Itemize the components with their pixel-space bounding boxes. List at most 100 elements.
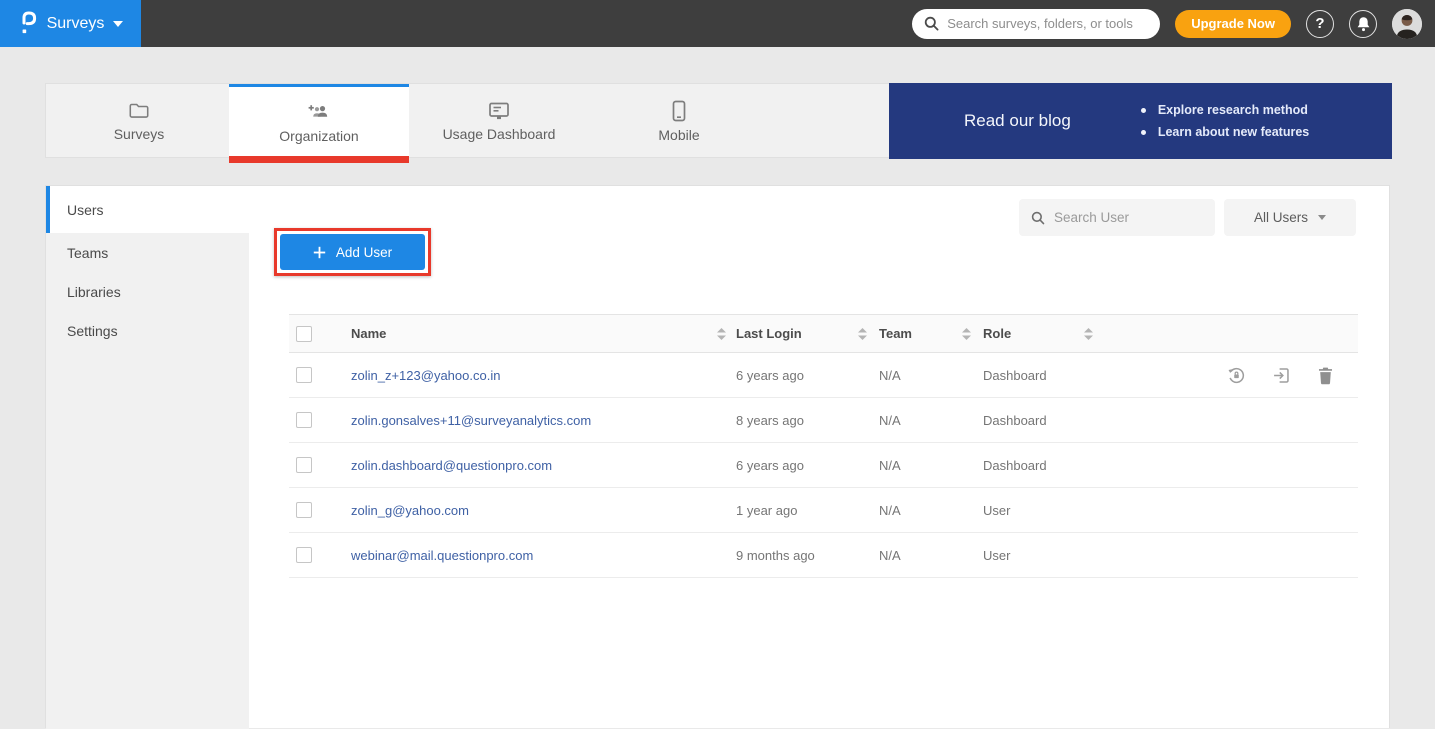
filter-label: All Users bbox=[1254, 210, 1308, 225]
sidebar-item-label: Settings bbox=[67, 323, 118, 339]
role-value: Dashboard bbox=[983, 413, 1047, 428]
role-value: User bbox=[983, 503, 1010, 518]
last-login-value: 1 year ago bbox=[736, 503, 797, 518]
column-header-name: Name bbox=[351, 326, 386, 341]
product-switcher[interactable]: Surveys bbox=[0, 0, 141, 47]
table-row: webinar@mail.questionpro.com 9 months ag… bbox=[289, 533, 1358, 578]
sidebar-item-label: Libraries bbox=[67, 284, 121, 300]
role-value: Dashboard bbox=[983, 458, 1047, 473]
user-email-link[interactable]: zolin_g@yahoo.com bbox=[351, 503, 469, 518]
tab-organization[interactable]: Organization bbox=[229, 84, 409, 159]
bullet-dot-icon bbox=[1141, 108, 1146, 113]
global-search-input[interactable] bbox=[947, 16, 1148, 31]
bullet-dot-icon bbox=[1141, 130, 1146, 135]
team-value: N/A bbox=[879, 458, 901, 473]
mobile-phone-icon bbox=[672, 100, 686, 122]
tab-label: Mobile bbox=[658, 127, 699, 143]
tab-label: Usage Dashboard bbox=[443, 126, 556, 142]
chevron-down-icon bbox=[1318, 215, 1326, 220]
person-add-icon bbox=[306, 103, 332, 123]
product-name: Surveys bbox=[47, 15, 105, 33]
tab-label: Organization bbox=[279, 128, 358, 144]
table-row: zolin_g@yahoo.com 1 year ago N/A User bbox=[289, 488, 1358, 533]
help-button[interactable]: ? bbox=[1306, 10, 1334, 38]
row-checkbox[interactable] bbox=[296, 547, 312, 563]
blog-bullet: Learn about new features bbox=[1141, 121, 1309, 143]
sort-icon[interactable] bbox=[962, 328, 971, 340]
sort-icon[interactable] bbox=[858, 328, 867, 340]
questionpro-logo-icon bbox=[18, 10, 38, 37]
role-value: User bbox=[983, 548, 1010, 563]
last-login-value: 8 years ago bbox=[736, 413, 804, 428]
global-search[interactable] bbox=[912, 9, 1160, 39]
red-underline-annotation bbox=[229, 156, 409, 163]
tab-usage-dashboard[interactable]: Usage Dashboard bbox=[409, 84, 589, 159]
last-login-value: 6 years ago bbox=[736, 458, 804, 473]
tab-label: Surveys bbox=[114, 126, 165, 142]
user-email-link[interactable]: zolin.gonsalves+11@surveyanalytics.com bbox=[351, 413, 591, 428]
search-user-input[interactable] bbox=[1054, 210, 1231, 225]
search-icon bbox=[924, 16, 939, 31]
team-value: N/A bbox=[879, 413, 901, 428]
blog-banner-bullets: Explore research method Learn about new … bbox=[1141, 99, 1309, 143]
select-all-checkbox[interactable] bbox=[296, 326, 312, 342]
question-mark-icon: ? bbox=[1315, 15, 1324, 32]
add-user-button[interactable]: Add User bbox=[280, 234, 425, 270]
sidebar-item-teams[interactable]: Teams bbox=[46, 233, 249, 272]
column-header-role: Role bbox=[983, 326, 1011, 341]
tab-surveys[interactable]: Surveys bbox=[49, 84, 229, 159]
user-email-link[interactable]: zolin_z+123@yahoo.co.in bbox=[351, 368, 500, 383]
search-user-box[interactable] bbox=[1019, 199, 1215, 236]
sort-icon[interactable] bbox=[717, 328, 726, 340]
avatar[interactable] bbox=[1392, 9, 1422, 39]
sidebar-item-settings[interactable]: Settings bbox=[46, 311, 249, 350]
table-row: zolin_z+123@yahoo.co.in 6 years ago N/A … bbox=[289, 353, 1358, 398]
sort-icon[interactable] bbox=[1084, 328, 1093, 340]
table-header-row: Name Last Login Team bbox=[289, 314, 1358, 353]
table-row: zolin.gonsalves+11@surveyanalytics.com 8… bbox=[289, 398, 1358, 443]
blog-banner-title: Read our blog bbox=[964, 111, 1071, 131]
org-side-nav: Users Teams Libraries Settings bbox=[46, 186, 249, 729]
last-login-value: 9 months ago bbox=[736, 548, 815, 563]
column-header-team: Team bbox=[879, 326, 912, 341]
plus-icon bbox=[313, 246, 326, 259]
team-value: N/A bbox=[879, 548, 901, 563]
section-tabs: Surveys Organization Usage Dashboard bbox=[45, 83, 1390, 158]
red-box-annotation: Add User bbox=[274, 228, 431, 276]
blog-bullet-text: Learn about new features bbox=[1158, 121, 1309, 143]
chevron-down-icon bbox=[113, 21, 123, 27]
reset-password-icon[interactable] bbox=[1227, 366, 1246, 385]
user-email-link[interactable]: zolin.dashboard@questionpro.com bbox=[351, 458, 552, 473]
user-email-link[interactable]: webinar@mail.questionpro.com bbox=[351, 548, 533, 563]
delete-user-icon[interactable] bbox=[1317, 366, 1334, 385]
tab-mobile[interactable]: Mobile bbox=[589, 84, 769, 159]
row-checkbox[interactable] bbox=[296, 412, 312, 428]
blog-bullet-text: Explore research method bbox=[1158, 99, 1308, 121]
column-header-last-login: Last Login bbox=[736, 326, 802, 341]
sidebar-item-label: Teams bbox=[67, 245, 108, 261]
upgrade-now-button[interactable]: Upgrade Now bbox=[1175, 10, 1291, 38]
row-checkbox[interactable] bbox=[296, 367, 312, 383]
dashboard-icon bbox=[487, 101, 511, 121]
table-row: zolin.dashboard@questionpro.com 6 years … bbox=[289, 443, 1358, 488]
sidebar-item-users[interactable]: Users bbox=[46, 186, 249, 233]
login-as-user-icon[interactable] bbox=[1272, 366, 1291, 385]
organization-panel: Users Teams Libraries Settings Add User bbox=[45, 185, 1390, 728]
blog-bullet: Explore research method bbox=[1141, 99, 1309, 121]
bell-icon bbox=[1356, 16, 1371, 32]
role-value: Dashboard bbox=[983, 368, 1047, 383]
sidebar-item-label: Users bbox=[67, 202, 104, 218]
notifications-button[interactable] bbox=[1349, 10, 1377, 38]
last-login-value: 6 years ago bbox=[736, 368, 804, 383]
sidebar-item-libraries[interactable]: Libraries bbox=[46, 272, 249, 311]
folder-icon bbox=[128, 101, 150, 121]
team-value: N/A bbox=[879, 503, 901, 518]
search-icon bbox=[1031, 211, 1045, 225]
add-user-label: Add User bbox=[336, 245, 392, 260]
blog-banner[interactable]: Read our blog Explore research method Le… bbox=[889, 83, 1392, 159]
user-filter-dropdown[interactable]: All Users bbox=[1224, 199, 1356, 236]
row-checkbox[interactable] bbox=[296, 457, 312, 473]
users-table: Name Last Login Team bbox=[289, 314, 1358, 578]
team-value: N/A bbox=[879, 368, 901, 383]
row-checkbox[interactable] bbox=[296, 502, 312, 518]
